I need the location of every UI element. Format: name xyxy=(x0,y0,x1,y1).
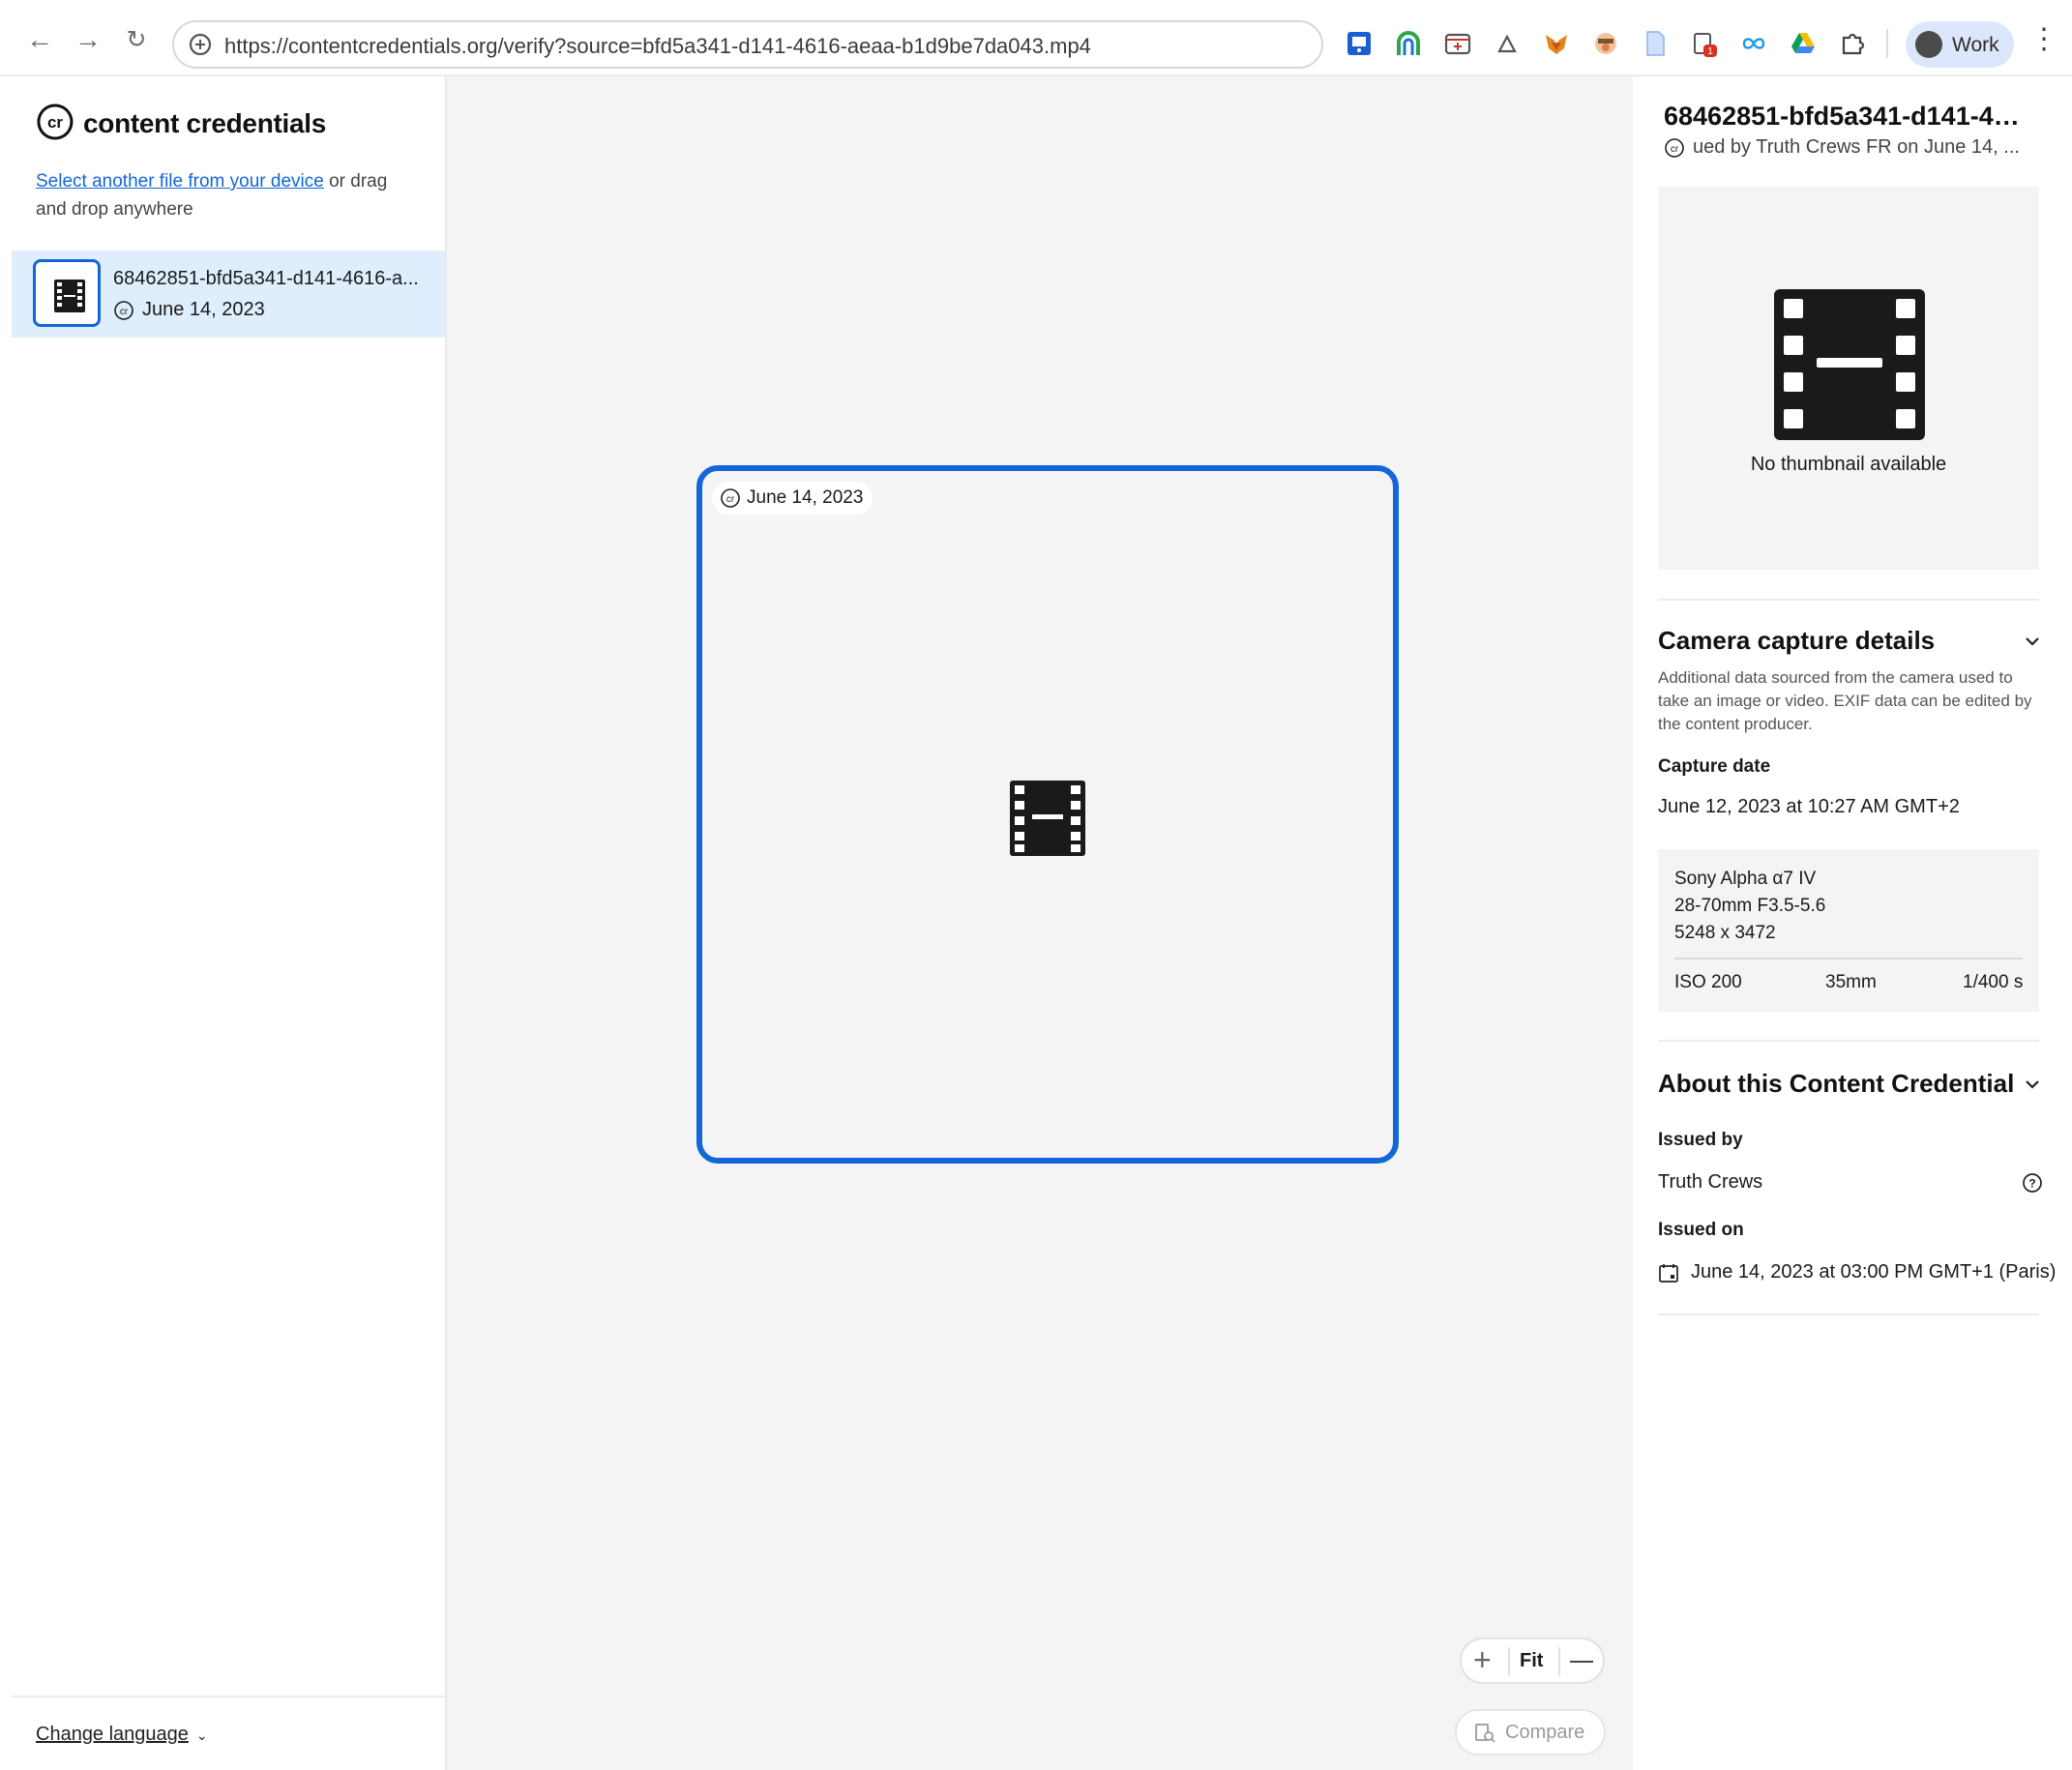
cr-pin-icon: cr xyxy=(1665,137,1684,158)
zoom-separator xyxy=(1508,1647,1510,1676)
document-extension-icon[interactable] xyxy=(1641,29,1670,58)
change-language-button[interactable]: Change language ⌄ xyxy=(36,1724,208,1746)
issued-on-value: June 14, 2023 at 03:00 PM GMT+1 (Paris) xyxy=(1691,1261,2057,1283)
reload-icon[interactable]: ↻ xyxy=(118,21,155,58)
select-file-link[interactable]: Select another file from your device xyxy=(36,171,324,192)
asset-frame[interactable]: cr June 14, 2023 xyxy=(696,465,1399,1164)
logo-text: content credentials xyxy=(83,108,327,138)
file-list-item[interactable]: 68462851-bfd5a341-d141-4616-a... cr June… xyxy=(12,251,445,338)
section-divider xyxy=(1658,599,2039,601)
change-language-label: Change language xyxy=(36,1724,189,1745)
url-text[interactable]: https://contentcredentials.org/verify?so… xyxy=(224,34,1091,59)
details-panel: 68462851-bfd5a341-d141-4616... cr ued by… xyxy=(1633,76,2072,1770)
camera-info-box: Sony Alpha α7 IV 28-70mm F3.5-5.6 5248 x… xyxy=(1658,849,2039,1012)
camera-section-title[interactable]: Camera capture details xyxy=(1658,626,1935,656)
extensions-puzzle-icon[interactable] xyxy=(1838,29,1867,58)
issued-by-value: Truth Crews xyxy=(1658,1171,1763,1193)
metamask-icon[interactable] xyxy=(1542,29,1571,58)
compare-button[interactable]: Compare xyxy=(1455,1709,1606,1755)
back-icon[interactable]: ← xyxy=(21,21,58,58)
infinity-extension-icon[interactable] xyxy=(1739,29,1768,58)
thumbnail-area: No thumbnail available xyxy=(1658,187,2039,570)
shutter-speed-value: 1/400 s xyxy=(1963,972,2024,992)
chevron-down-icon: ⌄ xyxy=(195,1727,208,1743)
site-info-icon[interactable] xyxy=(188,32,213,57)
chevron-down-icon[interactable] xyxy=(2022,1074,2043,1095)
iso-value: ISO 200 xyxy=(1674,972,1742,992)
profile-label: Work xyxy=(1952,34,1999,56)
svg-text:cr: cr xyxy=(726,494,735,505)
asset-date-text: June 14, 2023 xyxy=(747,487,864,508)
sidebar-divider xyxy=(12,1696,445,1697)
cloud-icon[interactable] xyxy=(1493,29,1522,58)
svg-text:cr: cr xyxy=(1671,144,1679,155)
focal-length-value: 35mm xyxy=(1825,972,1877,992)
zoom-separator xyxy=(1558,1647,1560,1676)
file-name: 68462851-bfd5a341-d141-4616-a... xyxy=(113,268,419,289)
camera-info-divider xyxy=(1674,958,2023,959)
arch-extension-icon[interactable] xyxy=(1394,29,1423,58)
extension-badge-icon[interactable] xyxy=(1345,29,1374,58)
no-thumbnail-label: No thumbnail available xyxy=(1750,454,1947,475)
toolbar-separator xyxy=(1886,29,1888,58)
svg-text:cr: cr xyxy=(47,113,63,132)
cr-pin-icon: cr xyxy=(114,300,133,320)
tab-manager-icon[interactable] xyxy=(1443,29,1472,58)
section-divider xyxy=(1658,1040,2039,1042)
profile-avatar xyxy=(1915,31,1942,58)
issued-on-label: Issued on xyxy=(1658,1220,1744,1240)
extension-badge-count: 1 xyxy=(1707,46,1713,57)
capture-date-value: June 12, 2023 at 10:27 AM GMT+2 xyxy=(1658,796,1960,817)
cr-logo-icon: cr xyxy=(37,103,74,140)
capture-date-label: Capture date xyxy=(1658,756,1771,777)
details-title: 68462851-bfd5a341-d141-4616... xyxy=(1664,102,2031,131)
file-date: cr June 14, 2023 xyxy=(113,299,265,321)
avatar-extension-icon[interactable] xyxy=(1591,29,1620,58)
camera-model: Sony Alpha α7 IV xyxy=(1674,869,1817,889)
forward-icon[interactable]: → xyxy=(70,21,106,58)
svg-text:?: ? xyxy=(2028,1177,2035,1191)
file-date-text: June 14, 2023 xyxy=(142,299,265,320)
camera-section-description: Additional data sourced from the camera … xyxy=(1658,668,2032,733)
zoom-fit-button[interactable]: Fit xyxy=(1520,1650,1543,1672)
asset-canvas: cr June 14, 2023 + Fit Compare xyxy=(447,76,1633,1770)
zoom-in-icon[interactable]: + xyxy=(1473,1642,1492,1677)
chevron-down-icon[interactable] xyxy=(2022,631,2043,652)
calendar-icon xyxy=(1659,1264,1678,1283)
upload-hint: Select another file from your device or … xyxy=(36,167,423,223)
profile-button[interactable]: Work xyxy=(1906,21,2014,68)
cr-pin-icon: cr xyxy=(721,488,740,508)
camera-lens: 28-70mm F3.5-5.6 xyxy=(1674,896,1826,916)
section-divider xyxy=(1658,1313,2039,1315)
details-subtitle-text: ued by Truth Crews FR on June 14, ... xyxy=(1693,136,2020,158)
compare-icon xyxy=(1475,1724,1495,1743)
zoom-control: + Fit xyxy=(1460,1637,1605,1684)
zoom-out-icon[interactable] xyxy=(1570,1661,1593,1663)
issued-by-label: Issued by xyxy=(1658,1130,1743,1150)
address-bar[interactable]: https://contentcredentials.org/verify?so… xyxy=(172,20,1323,69)
details-subtitle: cr ued by Truth Crews FR on June 14, ... xyxy=(1664,136,2031,159)
compare-label: Compare xyxy=(1505,1722,1585,1743)
browser-menu-icon[interactable]: ⋮ xyxy=(2029,25,2058,60)
svg-text:cr: cr xyxy=(120,307,129,317)
file-thumbnail xyxy=(33,259,101,327)
help-icon[interactable]: ? xyxy=(2022,1172,2043,1194)
film-icon xyxy=(1774,289,1925,440)
film-icon xyxy=(1010,781,1085,856)
film-icon xyxy=(54,280,85,312)
about-section-title[interactable]: About this Content Credential xyxy=(1658,1069,2014,1099)
sidebar: cr content credentials Select another fi… xyxy=(12,76,447,1770)
browser-toolbar: ← → ↻ https://contentcredentials.org/ver… xyxy=(0,0,2072,76)
asset-date-badge[interactable]: cr June 14, 2023 xyxy=(712,482,873,515)
clipboard-extension-icon[interactable]: 1 xyxy=(1690,29,1719,58)
image-dimensions: 5248 x 3472 xyxy=(1674,923,1776,943)
google-drive-icon[interactable] xyxy=(1789,29,1818,58)
